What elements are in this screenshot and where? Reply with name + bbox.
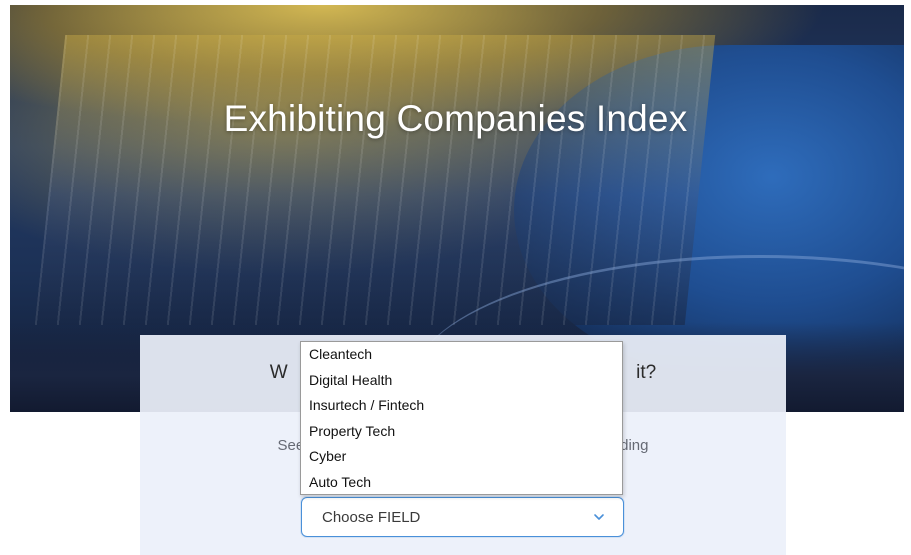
- dropdown-option-cleantech[interactable]: Cleantech: [301, 342, 622, 368]
- field-select-value: Choose FIELD: [322, 509, 421, 526]
- field-dropdown-list: Cleantech Digital Health Insurtech / Fin…: [300, 341, 623, 495]
- dropdown-option-cyber[interactable]: Cyber: [301, 444, 622, 470]
- chevron-down-icon: [594, 514, 604, 520]
- dropdown-option-property-tech[interactable]: Property Tech: [301, 419, 622, 445]
- dropdown-option-insurtech-fintech[interactable]: Insurtech / Fintech: [301, 393, 622, 419]
- dropdown-option-digital-health[interactable]: Digital Health: [301, 368, 622, 394]
- page: Exhibiting Companies Index W it? See w o…: [0, 0, 911, 555]
- page-title: Exhibiting Companies Index: [223, 98, 688, 139]
- field-select[interactable]: Choose FIELD: [301, 497, 624, 537]
- dropdown-option-auto-tech[interactable]: Auto Tech: [301, 470, 622, 496]
